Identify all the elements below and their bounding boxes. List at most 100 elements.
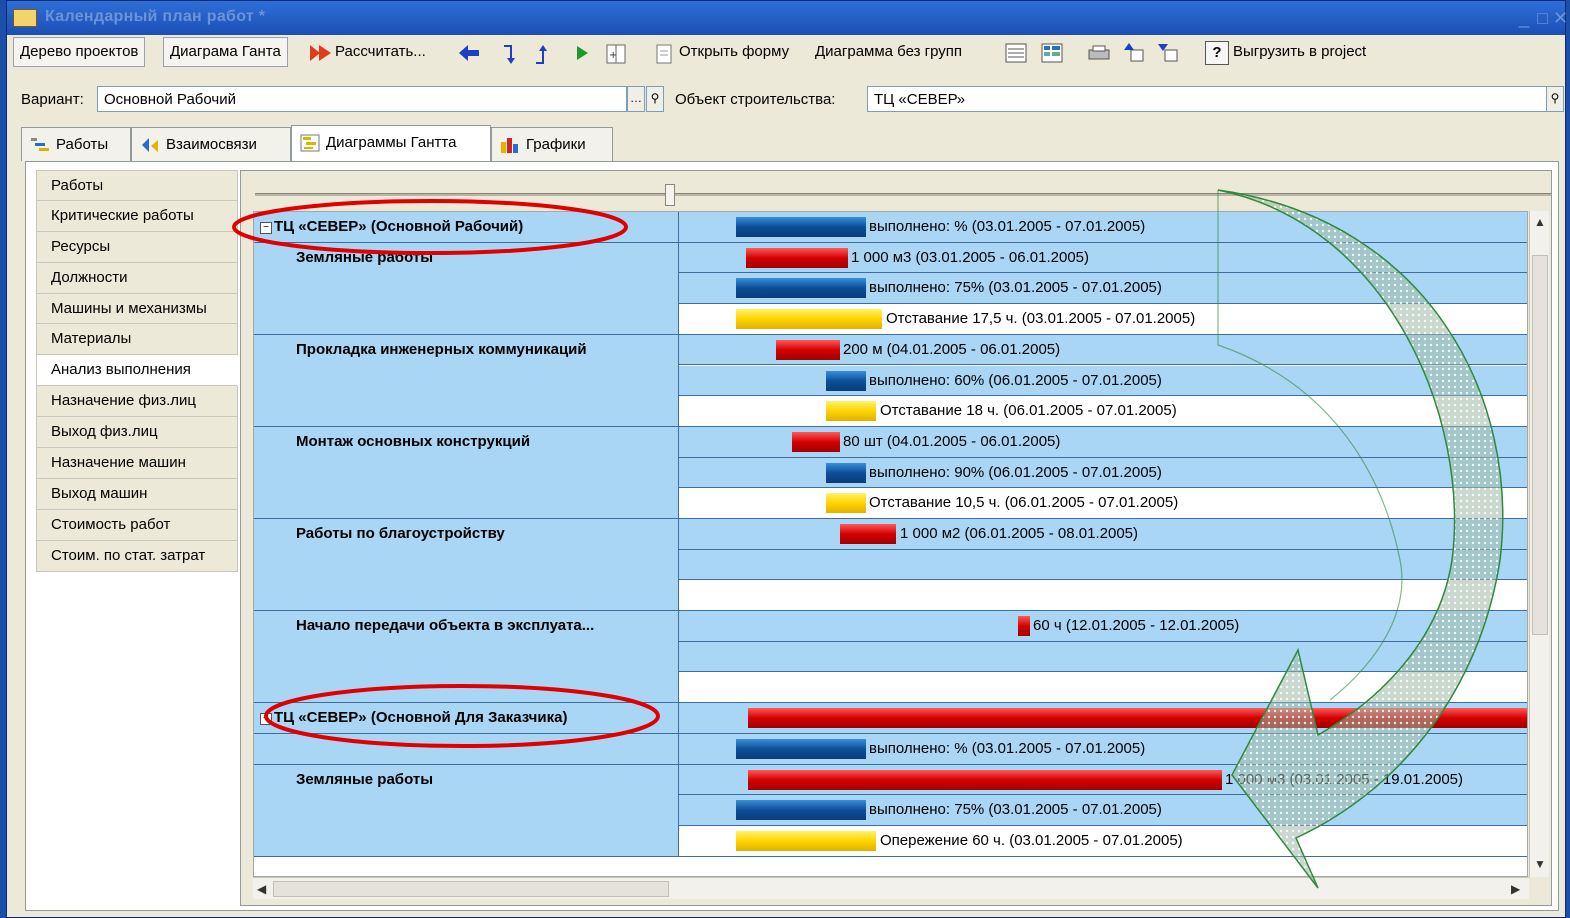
progress-bar[interactable]	[826, 462, 866, 483]
lead-bar[interactable]	[736, 831, 876, 851]
tab-works[interactable]: Работы	[21, 127, 131, 161]
scroll-down-icon[interactable]: ▼	[1534, 857, 1546, 871]
bar-row: выполнено: 75% (03.01.2005 - 07.01.2005)	[254, 273, 1527, 304]
maximize-icon[interactable]: □	[1537, 8, 1548, 29]
close-icon[interactable]: ✕	[1553, 8, 1568, 29]
bar-row: 200 м (04.01.2005 - 06.01.2005)	[254, 335, 1527, 366]
svg-text:+: +	[609, 50, 617, 61]
sidebar-item-staff-attendance[interactable]: Выход физ.лиц	[36, 417, 238, 449]
indent-up-icon[interactable]	[533, 43, 549, 69]
plan-bar[interactable]	[792, 431, 840, 452]
export-project-button[interactable]: Выгрузить в project	[1233, 43, 1366, 60]
bar-label: Опережение 60 ч. (03.01.2005 - 07.01.200…	[880, 832, 1183, 849]
sidebar-item-materials[interactable]: Материалы	[36, 324, 238, 356]
expand-columns-icon[interactable]: +	[605, 43, 627, 69]
sidebar-item-critical-works[interactable]: Критические работы	[36, 200, 238, 232]
relations-tab-icon	[142, 138, 158, 152]
plan-bar[interactable]	[840, 524, 896, 544]
variant-label: Вариант:	[21, 91, 84, 108]
tab-relations[interactable]: Взаимосвязи	[131, 127, 291, 161]
bar-label: 60 ч (12.01.2005 - 12.01.2005)	[1033, 617, 1240, 635]
tab-gantt-diagrams[interactable]: Диаграммы Гантта	[291, 125, 491, 161]
list-view-icon[interactable]	[1005, 43, 1027, 67]
tab-charts[interactable]: Графики	[491, 127, 613, 161]
scroll-up-icon[interactable]: ▲	[1534, 215, 1546, 229]
plan-bar[interactable]	[748, 708, 1527, 729]
help-button[interactable]: ?	[1205, 41, 1229, 65]
sidebar-item-machinery[interactable]: Машины и механизмы	[36, 293, 238, 325]
tab-bar: Работы Взаимосвязи Диаграммы Гантта Граф…	[7, 125, 1565, 161]
scroll-left-icon[interactable]: ◀	[257, 882, 266, 896]
sidebar-item-positions[interactable]: Должности	[36, 262, 238, 294]
diagram-no-groups-button[interactable]: Диаграмма без групп	[815, 43, 962, 60]
bar-row: выполнено: 60% (06.01.2005 - 07.01.2005)	[254, 366, 1527, 397]
report-sidebar: Работы Критические работы Ресурсы Должно…	[36, 170, 238, 572]
bar-row: 1 000 м2 (06.01.2005 - 08.01.2005)	[254, 519, 1527, 550]
horizontal-scrollbar[interactable]: ◀ ▶	[253, 877, 1529, 899]
split-slider-thumb[interactable]	[665, 184, 675, 206]
variant-field[interactable]: Основной Рабочий	[97, 86, 627, 112]
bar-row: выполнено: 75% (03.01.2005 - 07.01.2005)	[254, 795, 1527, 826]
progress-bar[interactable]	[736, 217, 866, 237]
tab-label: Работы	[56, 136, 109, 153]
tab-label: Графики	[526, 136, 586, 153]
sidebar-item-staff-assignment[interactable]: Назначение физ.лиц	[36, 386, 238, 418]
lag-bar[interactable]	[826, 401, 876, 422]
object-search-icon[interactable]: ⚲	[1546, 86, 1564, 112]
plan-bar[interactable]	[776, 339, 840, 360]
calculate-icon[interactable]	[309, 43, 333, 67]
sidebar-item-progress-analysis[interactable]: Анализ выполнения	[36, 355, 238, 387]
progress-bar[interactable]	[826, 370, 866, 391]
gantt-tab-icon	[300, 134, 320, 152]
progress-bar[interactable]	[736, 278, 866, 299]
lag-bar[interactable]	[826, 493, 866, 514]
progress-bar[interactable]	[736, 800, 866, 821]
bar-row: 1 000 м3 (03.01.2005 - 06.01.2005)	[254, 243, 1527, 274]
bar-label: Отставание 17,5 ч. (03.01.2005 - 07.01.2…	[886, 310, 1196, 328]
tab-label: Диаграммы Гантта	[326, 134, 457, 151]
variant-select-button[interactable]: …	[627, 86, 645, 112]
bar-row: выполнено: % (03.01.2005 - 07.01.2005)	[254, 734, 1527, 765]
print-icon[interactable]	[1087, 45, 1111, 65]
scroll-right-icon[interactable]: ▶	[1511, 882, 1520, 896]
milestone-bar[interactable]	[1018, 616, 1030, 637]
project-tree-button[interactable]: Дерево проектов	[13, 37, 146, 67]
object-field[interactable]: ТЦ «СЕВЕР»	[867, 86, 1547, 112]
bar-label: 1 000 м2 (06.01.2005 - 08.01.2005)	[900, 525, 1138, 542]
bar-label: 1 000 м3 (03.01.2005 - 06.01.2005)	[851, 248, 1089, 266]
bar-row: 1 000 м3 (03.01.2005 - 19.01.2005)	[254, 765, 1527, 796]
bar-label: выполнено: % (03.01.2005 - 07.01.2005)	[869, 218, 1146, 235]
horizontal-scroll-thumb[interactable]	[273, 881, 669, 897]
vertical-scroll-thumb[interactable]	[1532, 255, 1548, 635]
toolbar: Дерево проектов Диаграма Ганта Рассчитат…	[7, 37, 1565, 69]
move-up-icon[interactable]	[1123, 41, 1145, 67]
sidebar-item-machine-output[interactable]: Выход машин	[36, 478, 238, 510]
open-form-icon[interactable]	[655, 43, 673, 69]
sidebar-item-work-cost[interactable]: Стоимость работ	[36, 509, 238, 541]
gantt-panel: − ТЦ «СЕВЕР» (Основной Рабочий) Земляные …	[240, 170, 1552, 906]
plan-bar[interactable]	[746, 247, 848, 268]
open-form-button[interactable]: Открыть форму	[679, 43, 789, 60]
bar-label: 200 м (04.01.2005 - 06.01.2005)	[843, 340, 1061, 358]
vertical-scrollbar[interactable]: ▲ ▼	[1529, 211, 1549, 877]
sidebar-item-works[interactable]: Работы	[36, 170, 238, 201]
bar-label: выполнено: 60% (06.01.2005 - 07.01.2005)	[869, 371, 1162, 389]
sidebar-item-resources[interactable]: Ресурсы	[36, 231, 238, 263]
grid-view-icon[interactable]	[1041, 43, 1063, 67]
progress-bar[interactable]	[736, 738, 866, 759]
lag-bar[interactable]	[736, 309, 882, 330]
minimize-icon[interactable]: _	[1519, 8, 1529, 29]
sidebar-item-cost-by-items[interactable]: Стоим. по стат. затрат	[36, 540, 238, 572]
gantt-button[interactable]: Диаграма Ганта	[163, 37, 288, 67]
bar-label: 1 000 м3 (03.01.2005 - 19.01.2005)	[1225, 770, 1463, 788]
plan-bar[interactable]	[748, 769, 1222, 790]
arrow-left-icon[interactable]	[459, 45, 479, 65]
bar-label: Отставание 18 ч. (06.01.2005 - 07.01.200…	[880, 402, 1177, 420]
play-icon[interactable]	[575, 45, 589, 65]
calculate-button[interactable]: Рассчитать...	[335, 43, 426, 60]
sidebar-item-machine-assignment[interactable]: Назначение машин	[36, 448, 238, 479]
indent-down-icon[interactable]	[501, 43, 517, 69]
bar-label: 80 шт (04.01.2005 - 06.01.2005)	[843, 432, 1061, 450]
move-down-icon[interactable]	[1157, 41, 1179, 67]
variant-search-icon[interactable]: ⚲	[646, 86, 664, 112]
